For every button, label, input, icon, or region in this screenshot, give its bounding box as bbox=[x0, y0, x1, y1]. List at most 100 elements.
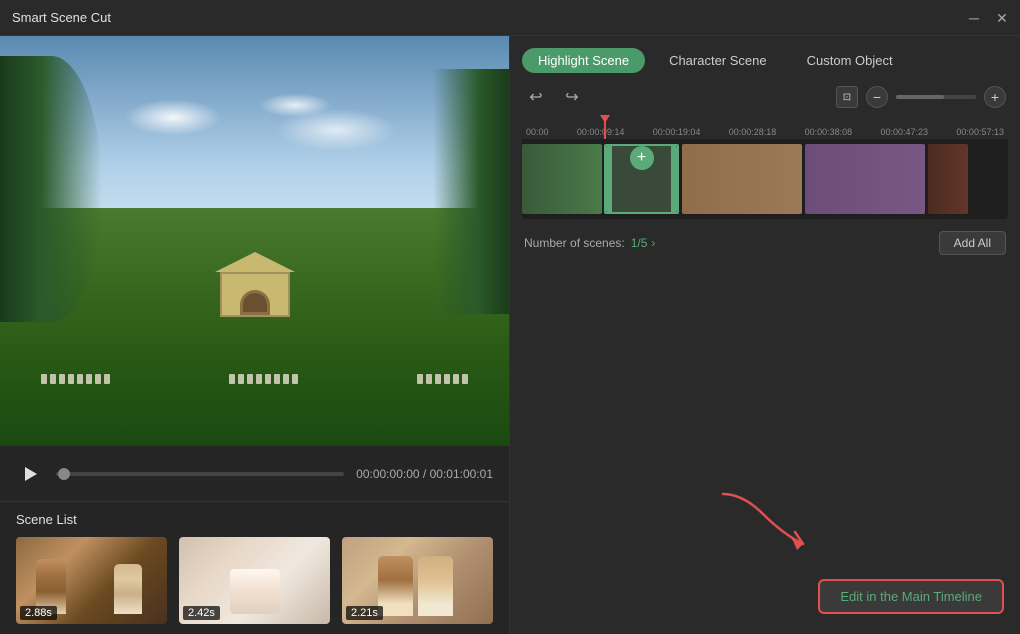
timeline-clip-3[interactable] bbox=[682, 144, 802, 214]
zoom-slider-thumb bbox=[896, 95, 944, 99]
play-icon bbox=[25, 467, 37, 481]
chair bbox=[265, 374, 271, 384]
undo-icon: ↩ bbox=[529, 87, 542, 107]
zoom-slider[interactable] bbox=[896, 95, 976, 99]
chair bbox=[292, 374, 298, 384]
timeline-clip-2-selected[interactable]: + bbox=[604, 144, 679, 214]
chair-group-2 bbox=[229, 374, 298, 384]
ruler-time-2: 00:00:19:04 bbox=[653, 127, 701, 137]
scene-thumbnail-3[interactable]: 2.21s bbox=[342, 537, 493, 624]
thumb-figure-2 bbox=[114, 564, 142, 614]
scene-list-title: Scene List bbox=[16, 512, 493, 527]
scene-thumbnail-1[interactable]: 2.88s bbox=[16, 537, 167, 624]
arrow-indicator bbox=[713, 484, 843, 574]
tab-custom[interactable]: Custom Object bbox=[791, 48, 909, 73]
thumb-cake bbox=[230, 569, 280, 614]
clip-right-handle[interactable] bbox=[671, 146, 677, 212]
pavilion-roof bbox=[215, 252, 295, 272]
time-separator: / bbox=[423, 467, 426, 481]
bottom-actions: Edit in the Main Timeline bbox=[522, 259, 1008, 622]
scene-count-nav[interactable]: 1/5 › bbox=[631, 236, 656, 250]
trees-right bbox=[433, 69, 509, 314]
ruler-times: 00:00 00:00:09:14 00:00:19:04 00:00:28:1… bbox=[522, 127, 1008, 137]
chair-group-1 bbox=[41, 374, 110, 384]
timeline-track: + bbox=[522, 139, 1008, 219]
video-preview bbox=[0, 36, 509, 445]
ruler-time-0: 00:00 bbox=[526, 127, 549, 137]
scene-count-group: Number of scenes: 1/5 › bbox=[524, 236, 655, 250]
timeline-clip-4[interactable] bbox=[805, 144, 925, 214]
scene-count-value: 1/5 bbox=[631, 236, 648, 250]
zoom-out-icon: − bbox=[873, 90, 881, 104]
main-content: 00:00:00:00 / 00:01:00:01 Scene List 2.8… bbox=[0, 36, 1020, 634]
tab-character[interactable]: Character Scene bbox=[653, 48, 783, 73]
chair bbox=[283, 374, 289, 384]
scene-thumbnails: 2.88s 2.42s 2.21s bbox=[16, 537, 493, 624]
scene-thumbnail-2[interactable]: 2.42s bbox=[179, 537, 330, 624]
minimize-button[interactable]: ─ bbox=[968, 12, 980, 24]
redo-button[interactable]: ↪ bbox=[560, 85, 584, 109]
play-button[interactable] bbox=[16, 460, 44, 488]
tabs: Highlight Scene Character Scene Custom O… bbox=[522, 48, 1008, 73]
scene-duration-3: 2.21s bbox=[346, 606, 383, 620]
left-panel: 00:00:00:00 / 00:01:00:01 Scene List 2.8… bbox=[0, 36, 510, 634]
playback-controls: 00:00:00:00 / 00:01:00:01 bbox=[0, 445, 509, 501]
chair bbox=[274, 374, 280, 384]
chair bbox=[41, 374, 47, 384]
scene-counter: Number of scenes: 1/5 › Add All bbox=[522, 227, 1008, 259]
toolbar-left: ↩ ↪ bbox=[524, 85, 584, 109]
ruler-time-6: 00:00:57:13 bbox=[956, 127, 1004, 137]
scene-duration-1: 2.88s bbox=[20, 606, 57, 620]
timeline-ruler: 00:00 00:00:09:14 00:00:19:04 00:00:28:1… bbox=[522, 115, 1008, 139]
timeline-playhead[interactable] bbox=[604, 115, 606, 139]
chair bbox=[86, 374, 92, 384]
tab-highlight[interactable]: Highlight Scene bbox=[522, 48, 645, 73]
add-all-button[interactable]: Add All bbox=[939, 231, 1006, 255]
ruler-time-4: 00:00:38:08 bbox=[805, 127, 853, 137]
ruler-time-5: 00:00:47:23 bbox=[881, 127, 929, 137]
timeline-toolbar: ↩ ↪ ⊡ − + bbox=[522, 85, 1008, 109]
couple-figure-2 bbox=[418, 556, 453, 616]
total-time: 00:01:00:01 bbox=[430, 467, 493, 481]
chair bbox=[444, 374, 450, 384]
current-time: 00:00:00:00 bbox=[356, 467, 419, 481]
chair bbox=[256, 374, 262, 384]
timeline-clip-1[interactable] bbox=[522, 144, 602, 214]
chair bbox=[104, 374, 110, 384]
playhead-triangle bbox=[600, 115, 610, 123]
chair-group-3 bbox=[417, 374, 468, 384]
undo-button[interactable]: ↩ bbox=[524, 85, 548, 109]
fit-icon: ⊡ bbox=[843, 92, 851, 103]
chairs-row bbox=[41, 302, 469, 384]
video-scene bbox=[0, 36, 509, 445]
app-title: Smart Scene Cut bbox=[12, 10, 111, 25]
scene-count-chevron: › bbox=[651, 236, 655, 250]
chair bbox=[95, 374, 101, 384]
chair bbox=[229, 374, 235, 384]
edit-main-timeline-button[interactable]: Edit in the Main Timeline bbox=[818, 579, 1004, 614]
scene-duration-2: 2.42s bbox=[183, 606, 220, 620]
chair bbox=[77, 374, 83, 384]
zoom-out-button[interactable]: − bbox=[866, 86, 888, 108]
progress-bar[interactable] bbox=[56, 472, 344, 476]
redo-icon: ↪ bbox=[565, 87, 578, 107]
time-display: 00:00:00:00 / 00:01:00:01 bbox=[356, 467, 493, 481]
close-button[interactable]: ✕ bbox=[996, 12, 1008, 24]
timeline-clip-5[interactable] bbox=[928, 144, 968, 214]
chair bbox=[417, 374, 423, 384]
chair bbox=[247, 374, 253, 384]
fit-button[interactable]: ⊡ bbox=[836, 86, 858, 108]
chair bbox=[59, 374, 65, 384]
title-bar: Smart Scene Cut ─ ✕ bbox=[0, 0, 1020, 36]
chair bbox=[426, 374, 432, 384]
title-bar-left: Smart Scene Cut bbox=[12, 10, 111, 25]
progress-thumb bbox=[58, 468, 70, 480]
thumb-couple bbox=[378, 556, 458, 616]
chair bbox=[462, 374, 468, 384]
title-bar-controls: ─ ✕ bbox=[968, 12, 1008, 24]
chair bbox=[68, 374, 74, 384]
chair bbox=[50, 374, 56, 384]
zoom-in-button[interactable]: + bbox=[984, 86, 1006, 108]
clip-left-handle[interactable] bbox=[606, 146, 612, 212]
chair bbox=[435, 374, 441, 384]
